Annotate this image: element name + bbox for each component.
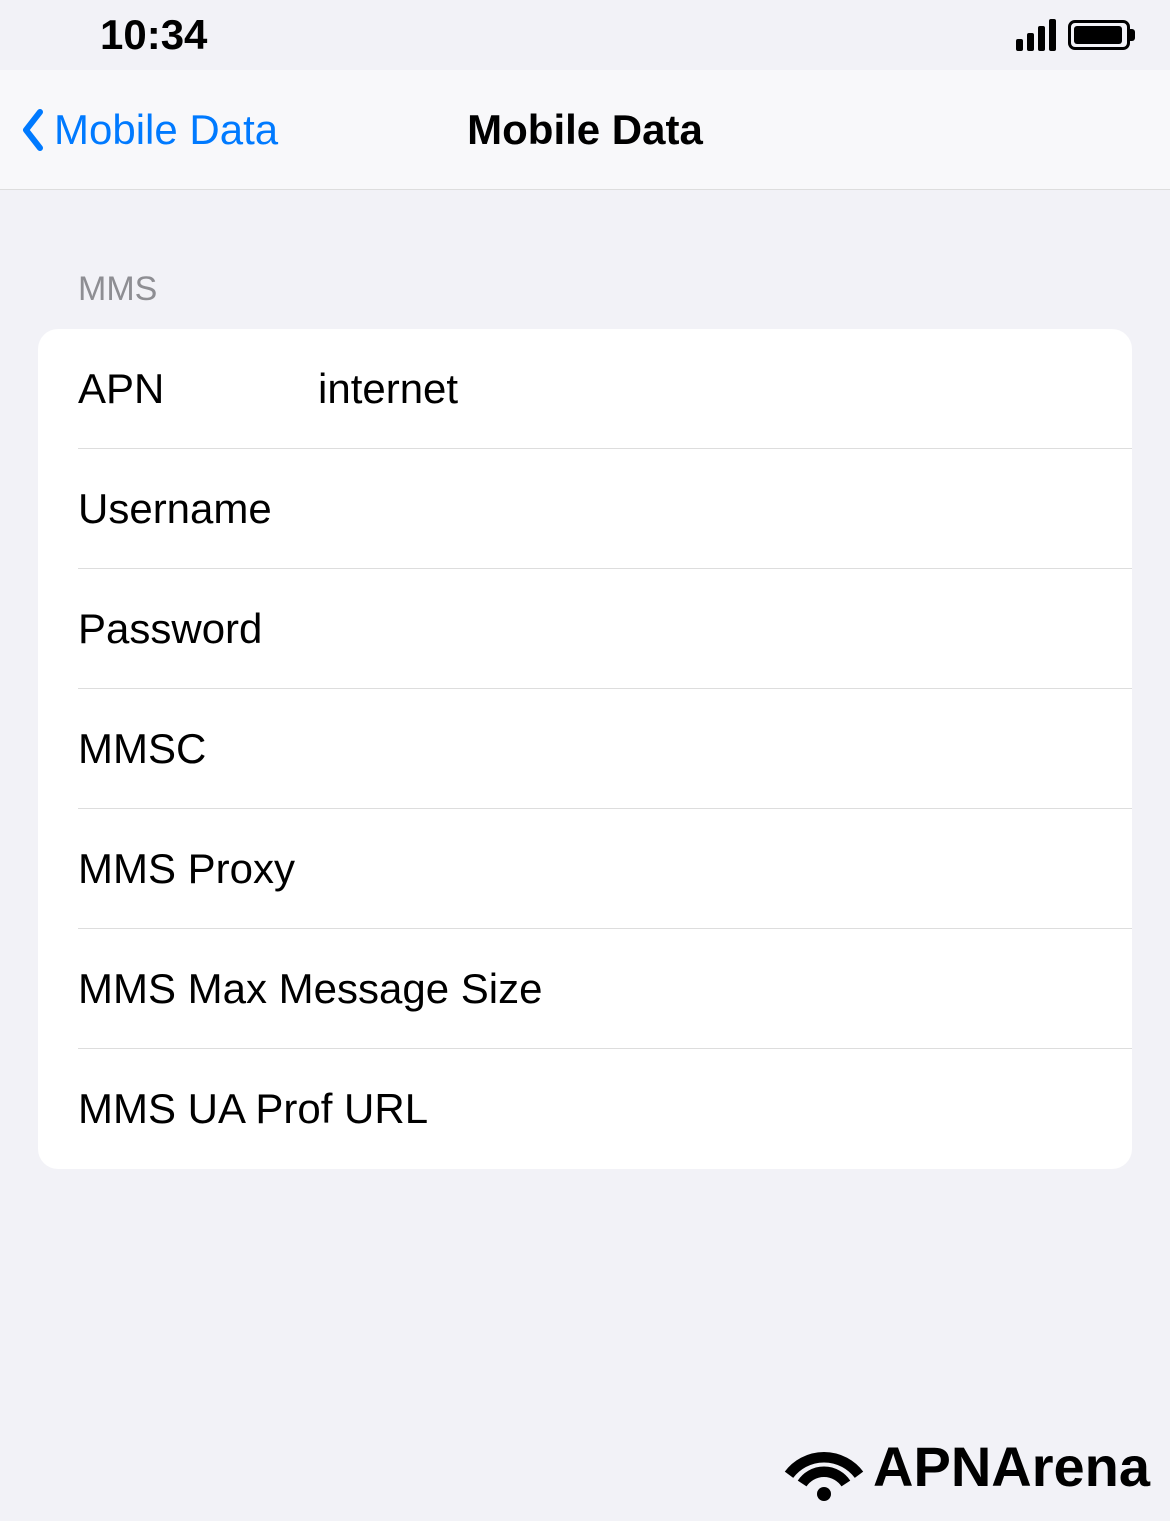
apn-input[interactable] [318,365,1092,413]
status-time: 10:34 [100,11,207,59]
mms-ua-prof-input[interactable] [428,1085,1092,1133]
password-input[interactable] [318,605,1092,653]
section-header: MMS [38,270,1132,309]
wifi-icon [779,1431,869,1501]
page-title: Mobile Data [467,106,703,154]
footer-logo-text: APNArena [873,1434,1150,1499]
mmsc-input[interactable] [318,725,1092,773]
mmsc-label: MMSC [78,725,318,773]
cellular-signal-icon [1016,19,1056,51]
password-row[interactable]: Password [38,569,1132,689]
apn-row[interactable]: APN [38,329,1132,449]
mms-ua-prof-row[interactable]: MMS UA Prof URL [38,1049,1132,1169]
navigation-bar: Mobile Data Mobile Data [0,70,1170,190]
mms-proxy-label: MMS Proxy [78,845,318,893]
status-indicators [1016,19,1130,51]
mms-max-size-input[interactable] [542,965,1092,1013]
settings-group: APN Username Password MMSC MMS Proxy MMS… [38,329,1132,1169]
status-bar: 10:34 [0,0,1170,70]
username-row[interactable]: Username [38,449,1132,569]
username-input[interactable] [318,485,1092,533]
password-label: Password [78,605,318,653]
mms-max-size-label: MMS Max Message Size [78,965,542,1013]
back-button[interactable]: Mobile Data [20,106,278,154]
battery-icon [1068,20,1130,50]
username-label: Username [78,485,318,533]
content-area: MMS APN Username Password MMSC MMS Proxy [0,190,1170,1169]
mms-proxy-input[interactable] [318,845,1092,893]
back-label: Mobile Data [54,106,278,154]
mmsc-row[interactable]: MMSC [38,689,1132,809]
mms-max-size-row[interactable]: MMS Max Message Size [38,929,1132,1049]
apn-label: APN [78,365,318,413]
footer-logo: APNArena [779,1431,1150,1501]
mms-proxy-row[interactable]: MMS Proxy [38,809,1132,929]
chevron-left-icon [20,108,46,152]
mms-ua-prof-label: MMS UA Prof URL [78,1085,428,1133]
